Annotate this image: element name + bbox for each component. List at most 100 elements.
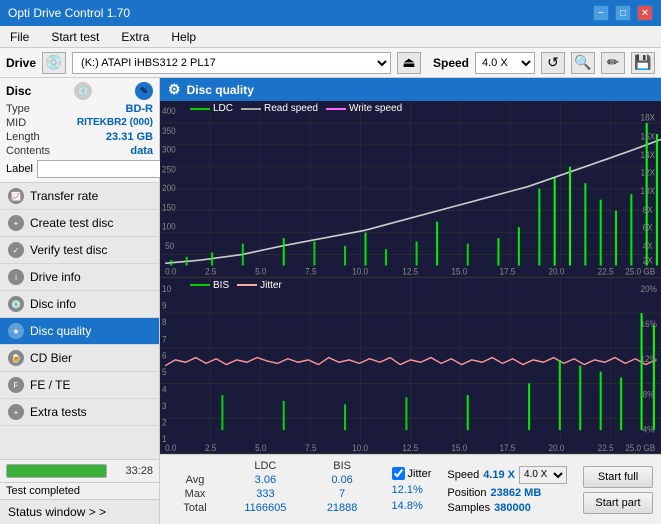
menu-extra[interactable]: Extra — [115, 28, 155, 46]
svg-text:10.0: 10.0 — [352, 266, 368, 276]
sidebar: Disc 💿 ✎ Type BD-R MID RITEKBR2 (000) Le… — [0, 78, 160, 524]
sidebar-item-create-test-disc[interactable]: + Create test disc — [0, 210, 159, 237]
svg-text:25.0 GB: 25.0 GB — [625, 442, 655, 453]
sidebar-item-disc-info[interactable]: 💿 Disc info — [0, 291, 159, 318]
legend-bis-label: BIS — [213, 280, 229, 291]
svg-text:4X: 4X — [643, 241, 653, 251]
col-header-ldc: LDC — [222, 459, 309, 473]
disc-mid-value: RITEKBR2 (000) — [77, 117, 153, 129]
svg-text:200: 200 — [162, 183, 176, 193]
nav-label-fe-te: FE / TE — [30, 378, 70, 392]
disc-label-row: Label ⚙ — [6, 160, 153, 178]
sidebar-item-fe-te[interactable]: F FE / TE — [0, 372, 159, 399]
minimize-button[interactable]: − — [593, 5, 609, 21]
jitter-section: Jitter 12.1% 14.8% — [384, 455, 440, 524]
disc-panel: Disc 💿 ✎ Type BD-R MID RITEKBR2 (000) Le… — [0, 78, 159, 183]
content-area: ⚙ Disc quality LDC Read speed — [160, 78, 661, 524]
svg-text:0.0: 0.0 — [165, 266, 177, 276]
svg-text:10X: 10X — [641, 186, 656, 196]
svg-text:2.5: 2.5 — [205, 442, 216, 453]
write-speed-color — [326, 108, 346, 110]
disc-edit-icon[interactable]: ✎ — [135, 82, 153, 100]
total-bis: 21888 — [309, 501, 376, 515]
svg-text:2.5: 2.5 — [205, 266, 217, 276]
close-button[interactable]: ✕ — [637, 5, 653, 21]
menu-help[interactable]: Help — [165, 28, 202, 46]
disc-info-icon: 💿 — [8, 296, 24, 312]
save-btn[interactable]: 💾 — [631, 52, 655, 74]
legend-write-speed: Write speed — [326, 103, 402, 114]
sidebar-item-disc-quality[interactable]: ★ Disc quality — [0, 318, 159, 345]
nav-label-cd-bier: CD Bier — [30, 351, 72, 365]
svg-text:7.5: 7.5 — [305, 266, 317, 276]
avg-ldc: 3.06 — [222, 473, 309, 487]
drive-select[interactable]: (K:) ATAPI iHBS312 2 PL17 — [72, 52, 391, 74]
svg-text:1: 1 — [162, 433, 167, 444]
svg-text:7: 7 — [162, 333, 167, 344]
menu-start-test[interactable]: Start test — [45, 28, 105, 46]
start-full-button[interactable]: Start full — [583, 466, 653, 488]
speed-dropdown[interactable]: 4.0 X — [519, 466, 567, 484]
col-header-bis: BIS — [309, 459, 376, 473]
svg-text:9: 9 — [162, 299, 167, 310]
total-label: Total — [168, 501, 222, 515]
disc-type-label: Type — [6, 103, 30, 115]
legend-jitter-label: Jitter — [260, 280, 282, 291]
speed-select[interactable]: 4.0 X — [475, 52, 535, 74]
drive-info-icon: i — [8, 269, 24, 285]
stats-table: LDC BIS Avg 3.06 0.06 Max 333 — [160, 455, 384, 524]
svg-text:12X: 12X — [641, 167, 656, 177]
progress-bar — [6, 464, 107, 478]
speed-refresh-btn[interactable]: ↺ — [541, 52, 565, 74]
svg-text:18X: 18X — [641, 112, 656, 122]
sidebar-item-verify-test-disc[interactable]: ✓ Verify test disc — [0, 237, 159, 264]
disc-length-value: 23.31 GB — [106, 131, 153, 143]
jitter-label: Jitter — [408, 468, 432, 480]
svg-text:7.5: 7.5 — [305, 442, 316, 453]
menu-file[interactable]: File — [4, 28, 35, 46]
main-layout: Disc 💿 ✎ Type BD-R MID RITEKBR2 (000) Le… — [0, 78, 661, 524]
svg-text:8X: 8X — [643, 205, 653, 215]
disc-label-input[interactable] — [37, 160, 175, 178]
upper-chart: LDC Read speed Write speed — [160, 101, 661, 278]
sidebar-item-cd-bier[interactable]: 🍺 CD Bier — [0, 345, 159, 372]
nav-label-disc-info: Disc info — [30, 297, 76, 311]
maximize-button[interactable]: □ — [615, 5, 631, 21]
drive-icon-btn[interactable]: 💿 — [42, 52, 66, 74]
svg-text:5.0: 5.0 — [255, 266, 267, 276]
total-ldc: 1166605 — [222, 501, 309, 515]
svg-text:2X: 2X — [643, 255, 653, 265]
sidebar-item-transfer-rate[interactable]: 📈 Transfer rate — [0, 183, 159, 210]
extra-tests-icon: + — [8, 404, 24, 420]
sidebar-item-drive-info[interactable]: i Drive info — [0, 264, 159, 291]
fe-te-icon: F — [8, 377, 24, 393]
svg-text:22.5: 22.5 — [598, 266, 614, 276]
nav-label-drive-info: Drive info — [30, 270, 81, 284]
svg-text:6: 6 — [162, 350, 167, 361]
svg-text:12.5: 12.5 — [402, 442, 418, 453]
progress-time: 33:28 — [113, 465, 153, 477]
stats-data-table: LDC BIS Avg 3.06 0.06 Max 333 — [168, 459, 376, 515]
eject-button[interactable]: ⏏ — [397, 52, 421, 74]
disc-icon: 💿 — [74, 82, 92, 100]
sidebar-item-extra-tests[interactable]: + Extra tests — [0, 399, 159, 426]
jitter-checkbox[interactable] — [392, 467, 405, 480]
svg-text:12.5: 12.5 — [402, 266, 418, 276]
stats-bar: LDC BIS Avg 3.06 0.06 Max 333 — [160, 454, 661, 524]
status-window-btn[interactable]: Status window > > — [0, 499, 159, 524]
upper-chart-svg: 0.0 2.5 5.0 7.5 10.0 12.5 15.0 17.5 20.0… — [160, 101, 661, 277]
disc-mid-row: MID RITEKBR2 (000) — [6, 117, 153, 129]
nav-label-disc-quality: Disc quality — [30, 324, 91, 338]
disc-contents-row: Contents data — [6, 145, 153, 157]
verify-test-disc-icon: ✓ — [8, 242, 24, 258]
scan-btn[interactable]: 🔍 — [571, 52, 595, 74]
read-speed-color — [241, 108, 261, 110]
max-label: Max — [168, 487, 222, 501]
start-part-button[interactable]: Start part — [583, 492, 653, 514]
lower-chart: BIS Jitter — [160, 278, 661, 455]
write-btn[interactable]: ✏ — [601, 52, 625, 74]
window-controls: − □ ✕ — [593, 5, 653, 21]
disc-section-label: Disc — [6, 84, 31, 98]
position-row: Position 23862 MB — [447, 487, 567, 499]
svg-text:20.0: 20.0 — [549, 266, 565, 276]
